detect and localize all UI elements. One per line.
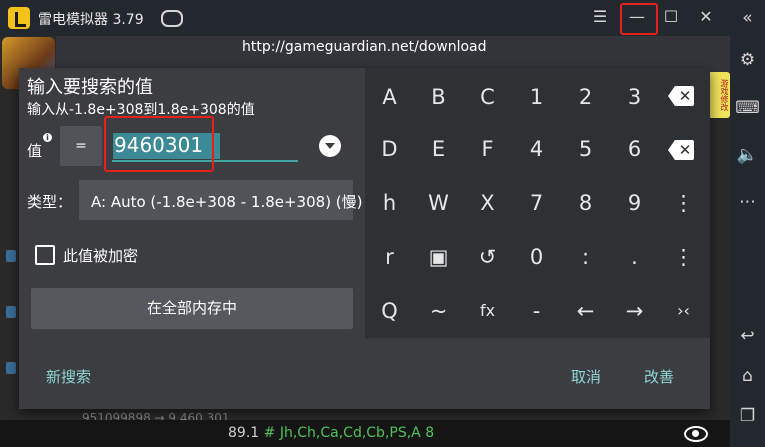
type-label: 类型：	[27, 193, 73, 211]
recent-apps-icon[interactable]: ❐	[730, 406, 765, 426]
keyboard-icon[interactable]: ⌨	[730, 98, 765, 118]
more-icon[interactable]: ⋯	[730, 192, 765, 212]
status-hash: #	[263, 425, 276, 441]
refine-button[interactable]: 改善	[644, 366, 674, 387]
history-icon[interactable]: ↺	[463, 231, 512, 283]
key-right-arrow[interactable]: →	[610, 285, 659, 337]
cancel-button[interactable]: 取消	[571, 366, 601, 387]
key-4[interactable]: 4	[512, 123, 561, 175]
key-E[interactable]: E	[414, 123, 463, 175]
info-icon[interactable]: i	[43, 133, 52, 142]
key-9[interactable]: 9	[610, 177, 659, 229]
key-minus[interactable]: -	[512, 285, 561, 337]
key-more-2[interactable]: ⋮	[659, 231, 708, 283]
collapse-keyboard-icon[interactable]: ›‹	[659, 285, 708, 337]
key-fx[interactable]: fx	[463, 285, 512, 337]
key-colon[interactable]: :	[561, 231, 610, 283]
value-label: 值	[27, 142, 43, 160]
emulator-sidebar: « ⚙ ⌨ 🔈 ⋯ ↩ ⌂ ❐	[730, 0, 765, 447]
operator-button[interactable]: =	[60, 126, 102, 166]
select-all-icon[interactable]: ▣	[414, 231, 463, 283]
key-X[interactable]: X	[463, 177, 512, 229]
value-keyboard: A B C 1 2 3 ✕ D E F 4 5 6 ✕ h W X 7 8 9 …	[365, 68, 710, 338]
key-8[interactable]: 8	[561, 177, 610, 229]
encrypted-checkbox[interactable]	[35, 245, 55, 265]
back-icon[interactable]: ↩	[730, 326, 765, 346]
download-url: http://gameguardian.net/download	[242, 39, 487, 55]
result-checkbox[interactable]	[6, 250, 16, 262]
history-dropdown-icon[interactable]	[319, 135, 341, 157]
menu-icon[interactable]: ☰	[589, 6, 611, 28]
close-icon[interactable]: ✕	[695, 6, 717, 28]
key-tilde[interactable]: ~	[414, 285, 463, 337]
key-A[interactable]: A	[365, 71, 414, 123]
app-title: 雷电模拟器 3.79	[38, 12, 144, 28]
status-text: 89.1 # Jh,Ch,Ca,Cd,Cb,PS,A 8	[228, 425, 434, 441]
key-dot[interactable]: .	[610, 231, 659, 283]
key-C[interactable]: C	[463, 71, 512, 123]
volume-icon[interactable]: 🔈	[730, 145, 765, 165]
status-types: Jh,Ch,Ca,Cd,Cb,PS,A 8	[279, 425, 435, 441]
result-checkbox[interactable]	[6, 306, 16, 318]
value-highlight-box	[104, 116, 214, 172]
key-3[interactable]: 3	[610, 71, 659, 123]
key-r[interactable]: r	[365, 231, 414, 283]
key-F[interactable]: F	[463, 123, 512, 175]
key-Q[interactable]: Q	[365, 285, 414, 337]
game-mod-badge[interactable]: 游戏修改	[708, 72, 730, 118]
encrypted-label: 此值被加密	[63, 247, 139, 265]
eye-icon[interactable]	[684, 426, 708, 442]
key-2[interactable]: 2	[561, 71, 610, 123]
key-h[interactable]: h	[365, 177, 414, 229]
key-5[interactable]: 5	[561, 123, 610, 175]
status-count: 89.1	[228, 425, 260, 441]
dialog-title: 输入要搜索的值	[27, 77, 153, 98]
key-6[interactable]: 6	[610, 123, 659, 175]
clear-icon[interactable]: ✕	[668, 140, 694, 160]
new-search-button[interactable]: 新搜索	[46, 366, 91, 387]
maximize-icon[interactable]: ☐	[660, 6, 682, 28]
key-7[interactable]: 7	[512, 177, 561, 229]
backspace-icon[interactable]: ✕	[668, 86, 694, 106]
memory-range-button[interactable]: 在全部内存中	[31, 288, 353, 329]
collapse-icon[interactable]: «	[730, 8, 765, 28]
key-D[interactable]: D	[365, 123, 414, 175]
home-icon[interactable]: ⌂	[730, 366, 765, 386]
result-checkbox[interactable]	[6, 362, 16, 374]
settings-icon[interactable]: ⚙	[730, 50, 765, 70]
ldplayer-logo-icon	[8, 7, 30, 29]
key-left-arrow[interactable]: ←	[561, 285, 610, 337]
key-more[interactable]: ⋮	[659, 177, 708, 229]
key-0[interactable]: 0	[512, 231, 561, 283]
menu-highlight-box	[620, 3, 658, 35]
type-value: A: Auto (-1.8e+308 - 1.8e+308) (慢)	[91, 193, 363, 211]
key-1[interactable]: 1	[512, 71, 561, 123]
gamepad-icon[interactable]	[161, 10, 183, 27]
key-W[interactable]: W	[414, 177, 463, 229]
key-B[interactable]: B	[414, 71, 463, 123]
